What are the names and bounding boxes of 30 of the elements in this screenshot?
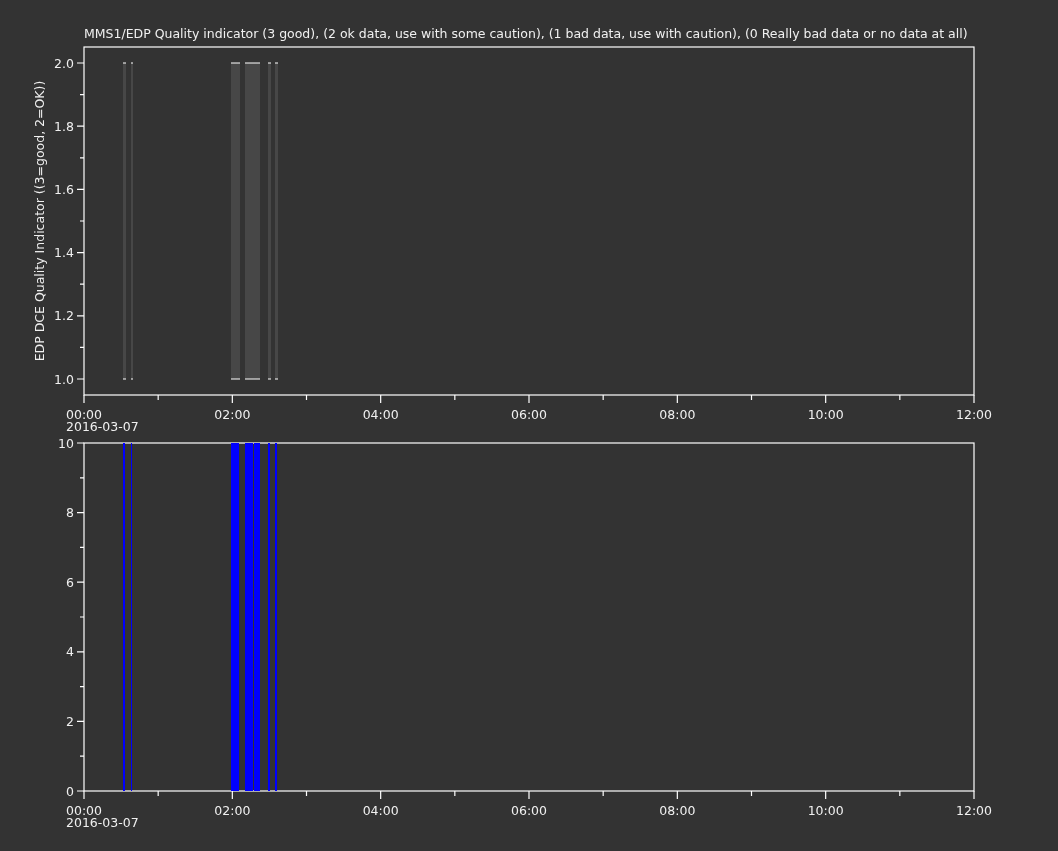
y-tick-label: 2.0 [54,55,74,71]
date-label: 2016-03-07 [66,419,139,432]
y-tick-label: 1.0 [54,371,74,387]
y-tick-label: 1.4 [54,245,74,261]
y-tick-label: 8 [66,505,74,521]
x-tick-label: 04:00 [362,803,399,818]
x-tick-label: 10:00 [807,803,844,818]
x-tick-label: 12:00 [956,407,992,422]
y-tick-label: 4 [66,644,74,660]
x-tick-label: 02:00 [214,407,251,422]
y-tick-label: 6 [66,574,74,590]
x-tick-label: 08:00 [659,803,696,818]
x-tick-label: 10:00 [807,407,844,422]
x-tick-label: 00:00 [66,803,102,818]
y-tick-label: 0 [66,783,74,799]
y-tick-label: 1.8 [54,118,74,134]
date-label: 2016-03-07 [66,815,139,830]
x-tick-label: 02:00 [214,803,251,818]
y-tick-label: 1.2 [54,308,74,324]
x-tick-label: 00:00 [66,407,102,422]
y-tick-label: 2 [66,713,74,729]
x-tick-label: 12:00 [956,803,992,818]
y-tick-label: 10 [58,435,74,451]
x-tick-label: 06:00 [511,803,547,818]
x-tick-label: 06:00 [511,407,547,422]
x-tick-label: 04:00 [362,407,399,422]
y-tick-label: 1.6 [54,181,74,197]
y-axis-label: EDP DCE Quality Indicator ((3=good, 2=OK)) [32,80,47,362]
x-tick-label: 08:00 [659,407,696,422]
plot-title: MMS1/EDP Quality indicator (3 good), (2 ok data, use with some caution), (1 bad data, use with caution), (0 Really bad data or no data at all) [84,26,968,41]
